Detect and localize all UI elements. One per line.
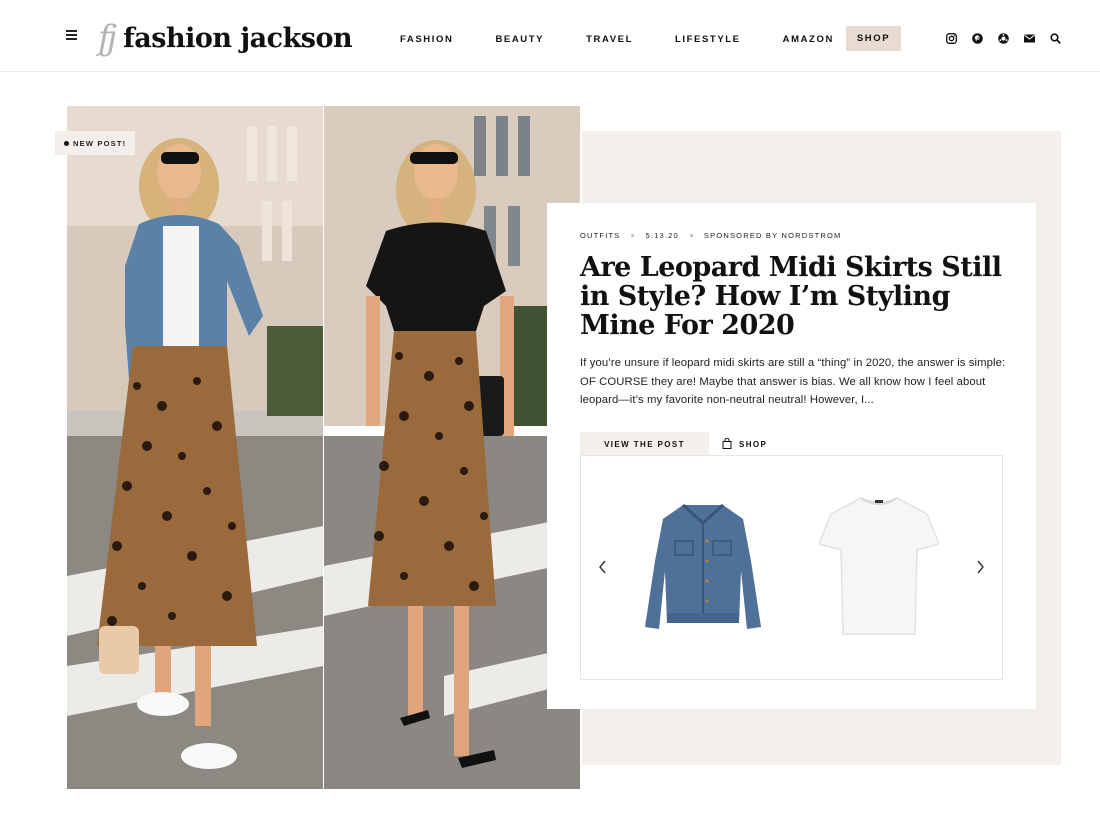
- search-icon[interactable]: [1049, 32, 1061, 44]
- shop-tab-label: SHOP: [739, 439, 768, 449]
- site-header: fj fashion jackson FASHION BEAUTY TRAVEL…: [0, 0, 1100, 72]
- social-links: [945, 32, 1075, 44]
- meta-separator: [689, 234, 693, 237]
- post-title[interactable]: Are Leopard Midi Skirts Still in Style? …: [580, 253, 1020, 340]
- nav-item-beauty[interactable]: BEAUTY: [495, 34, 544, 45]
- liketoknowit-icon[interactable]: [997, 32, 1009, 44]
- featured-post-card: OUTFITS 5.13.20 SPONSORED BY NORDSTROM A…: [547, 203, 1036, 709]
- logo-mark: fj: [98, 18, 117, 58]
- nav-item-lifestyle[interactable]: LIFESTYLE: [675, 34, 741, 45]
- product-denim-jacket[interactable]: [643, 501, 763, 638]
- new-post-badge: NEW POST!: [55, 131, 136, 155]
- hamburger-menu-icon[interactable]: [66, 30, 77, 40]
- hero-photo-black-top-outfit[interactable]: [324, 106, 580, 789]
- new-post-badge-label: NEW POST!: [73, 138, 127, 148]
- instagram-icon[interactable]: [945, 32, 957, 44]
- post-excerpt: If you’re unsure if leopard midi skirts …: [580, 357, 1006, 406]
- view-post-button[interactable]: VIEW THE POST: [580, 432, 709, 456]
- chevron-left-icon[interactable]: [597, 559, 609, 575]
- badge-dot-icon: [64, 140, 69, 146]
- shopping-bag-icon: [722, 437, 732, 451]
- site-logo[interactable]: fj fashion jackson: [98, 16, 353, 60]
- product-carousel: [580, 455, 1003, 680]
- chevron-right-icon[interactable]: [974, 559, 986, 575]
- shop-tab[interactable]: SHOP: [722, 432, 767, 456]
- main-nav: FASHION BEAUTY TRAVEL LIFESTYLE AMAZON: [400, 26, 876, 52]
- nav-item-amazon[interactable]: AMAZON: [783, 34, 834, 45]
- post-meta: OUTFITS 5.13.20 SPONSORED BY NORDSTROM: [580, 231, 841, 240]
- product-white-tee[interactable]: [817, 492, 941, 643]
- meta-separator: [631, 234, 635, 237]
- nav-item-travel[interactable]: TRAVEL: [586, 34, 633, 45]
- nav-shop-button[interactable]: SHOP: [846, 26, 901, 51]
- nav-item-fashion[interactable]: FASHION: [400, 34, 453, 45]
- email-icon[interactable]: [1023, 32, 1035, 44]
- post-sponsor: SPONSORED BY NORDSTROM: [703, 231, 842, 240]
- post-category-link[interactable]: OUTFITS: [580, 231, 620, 240]
- pinterest-icon[interactable]: [971, 32, 983, 44]
- logo-text: fashion jackson: [123, 22, 353, 54]
- hero-photo-denim-jacket-outfit[interactable]: [67, 106, 323, 789]
- post-date: 5.13.20: [645, 231, 679, 240]
